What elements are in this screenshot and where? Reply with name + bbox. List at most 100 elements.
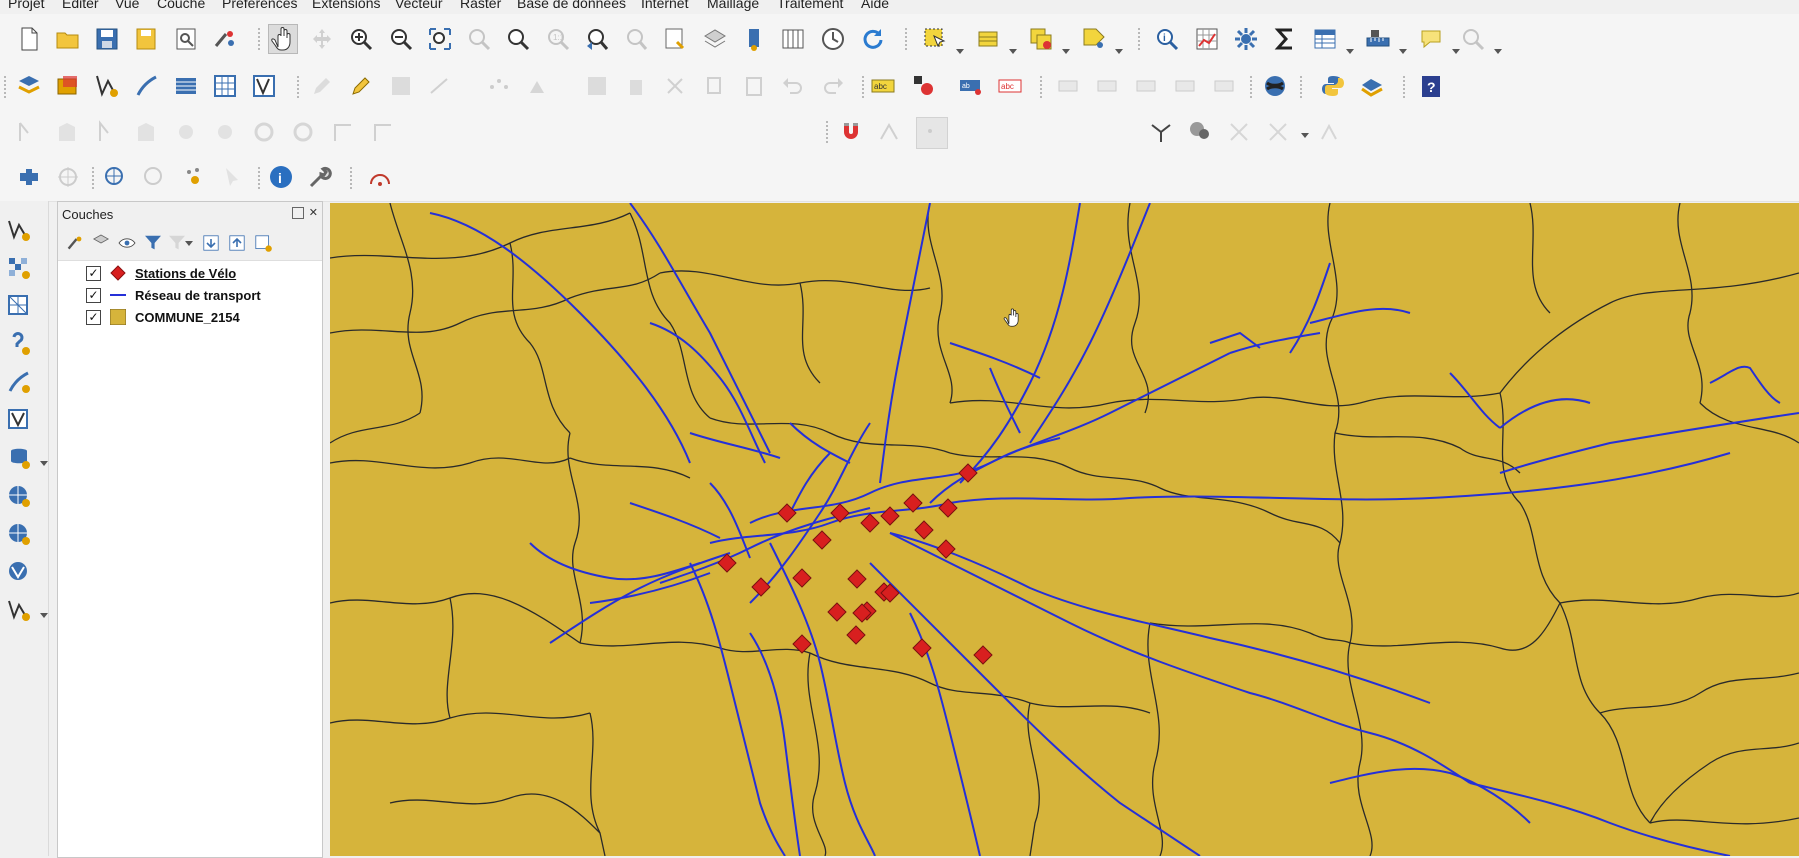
menu-editer[interactable]: Editer [62,0,99,11]
add-raster-layer-icon[interactable] [6,255,32,281]
attribute-table-icon[interactable] [975,26,1001,52]
temporal-icon[interactable] [780,26,806,52]
self-snapping-icon[interactable] [1316,119,1342,145]
zoom-in-icon[interactable] [348,26,374,52]
label-properties-icon[interactable] [1212,73,1238,99]
save-as-icon[interactable] [134,26,160,52]
topological-editing-icon[interactable] [1148,119,1174,145]
new-layer-icon[interactable] [6,597,32,623]
vertex-tool-icon[interactable] [486,73,512,99]
new-bookmark-icon[interactable] [662,26,688,52]
rotate-label-icon[interactable] [1095,73,1121,99]
zoom-layer-icon[interactable] [505,26,531,52]
reverse-line-icon[interactable] [330,119,356,145]
trace-icon[interactable] [1265,119,1291,145]
layer-styling-icon[interactable] [65,233,86,254]
add-mesh-layer-icon[interactable] [6,293,32,319]
add-wcs-icon[interactable] [6,559,32,585]
chevron-down-icon[interactable] [956,49,964,54]
snap-vertex-icon[interactable] [877,119,903,145]
diagram-icon[interactable] [910,73,936,99]
pointer-tool-icon[interactable] [220,164,246,190]
collapse-all-icon[interactable] [227,233,248,254]
processing-toolbox-icon[interactable] [1233,26,1259,52]
redo-icon[interactable] [820,73,846,99]
attribute-table-open-icon[interactable] [1312,26,1338,52]
pan-to-selection-icon[interactable] [309,26,335,52]
snapping-magnet-icon[interactable] [838,119,864,145]
add-group-icon[interactable] [91,233,112,254]
wms-icon[interactable] [141,164,167,190]
add-raster-icon[interactable] [55,73,81,99]
layer-visibility-checkbox[interactable]: ✓ [86,266,101,281]
show-hide-label-icon[interactable] [1173,73,1199,99]
add-virtual-layer-icon[interactable] [6,407,32,433]
new-shapefile-icon[interactable] [94,73,120,99]
edit-table-icon[interactable] [584,73,610,99]
save-project-icon[interactable] [94,26,120,52]
layer-item-stations-velo[interactable]: ✓ Stations de Vélo [86,264,316,284]
new-grid-icon[interactable] [212,73,238,99]
delete-icon[interactable] [623,73,649,99]
layer-visibility-checkbox[interactable]: ✓ [86,310,101,325]
digitize-line-icon[interactable] [427,73,453,99]
chevron-down-icon[interactable] [1115,49,1123,54]
wrench-icon[interactable] [307,164,333,190]
rotate-point-icon[interactable] [212,119,238,145]
add-wfs-icon[interactable] [6,521,32,547]
zoom-out-icon[interactable] [388,26,414,52]
zoom-selection-icon[interactable] [466,26,492,52]
chevron-down-icon[interactable] [1346,49,1354,54]
menu-projet[interactable]: Projet [8,0,45,11]
zoom-next-icon[interactable] [623,26,649,52]
feature-sparkle-icon[interactable] [181,164,207,190]
change-label-icon[interactable] [1134,73,1160,99]
add-vector-layer-icon[interactable] [6,217,32,243]
statistics-icon[interactable] [1272,26,1298,52]
chevron-down-icon[interactable] [1301,133,1309,138]
menu-base-de-donnees[interactable]: Base de données [517,0,626,11]
undo-icon[interactable] [780,73,806,99]
info-icon[interactable]: i [268,164,294,190]
add-spatialite-icon[interactable] [6,369,32,395]
chevron-down-icon[interactable] [185,241,193,246]
toggle-editing-icon[interactable] [173,73,199,99]
modify-attributes-icon[interactable] [525,73,551,99]
menu-couche[interactable]: Couche [157,0,205,11]
fill-ring-icon[interactable] [251,119,277,145]
menu-aide[interactable]: Aide [861,0,889,11]
paste-icon[interactable] [741,73,767,99]
help-icon[interactable]: ? [1418,73,1444,99]
copy-icon[interactable] [702,73,728,99]
python-icon[interactable] [1320,73,1346,99]
expand-all-icon[interactable] [201,233,222,254]
style-manager-icon[interactable] [212,26,238,52]
filter-legend-icon[interactable] [143,233,164,254]
locator-icon[interactable] [1460,26,1486,52]
menu-vecteur[interactable]: Vecteur [395,0,442,11]
snap-segment-icon[interactable] [916,117,948,149]
layer-visibility-checkbox[interactable]: ✓ [86,288,101,303]
clock-icon[interactable] [820,26,846,52]
align-rasters-icon[interactable] [14,119,40,145]
add-delimited-text-icon[interactable] [6,331,32,357]
select-features-icon[interactable] [922,26,948,52]
deselect-icon[interactable] [1028,26,1054,52]
chevron-down-icon[interactable] [1494,49,1502,54]
globe-plugin-icon[interactable] [1262,73,1288,99]
georeferencer-icon[interactable] [55,164,81,190]
add-postgis-icon[interactable] [6,445,32,471]
zoom-full-icon[interactable] [427,26,453,52]
new-project-icon[interactable] [16,26,42,52]
trim-extend-icon[interactable] [370,119,396,145]
chevron-down-icon[interactable] [1009,49,1017,54]
gps-icon[interactable] [16,164,42,190]
remove-layer-icon[interactable] [253,233,274,254]
chevron-down-icon[interactable] [40,461,48,466]
current-edits-icon[interactable] [309,73,335,99]
zoom-native-icon[interactable]: 1:1 [545,26,571,52]
select-by-expression-icon[interactable] [1081,26,1107,52]
identify-icon[interactable]: i [1154,26,1180,52]
print-layout-icon[interactable] [173,26,199,52]
open-project-icon[interactable] [55,26,81,52]
